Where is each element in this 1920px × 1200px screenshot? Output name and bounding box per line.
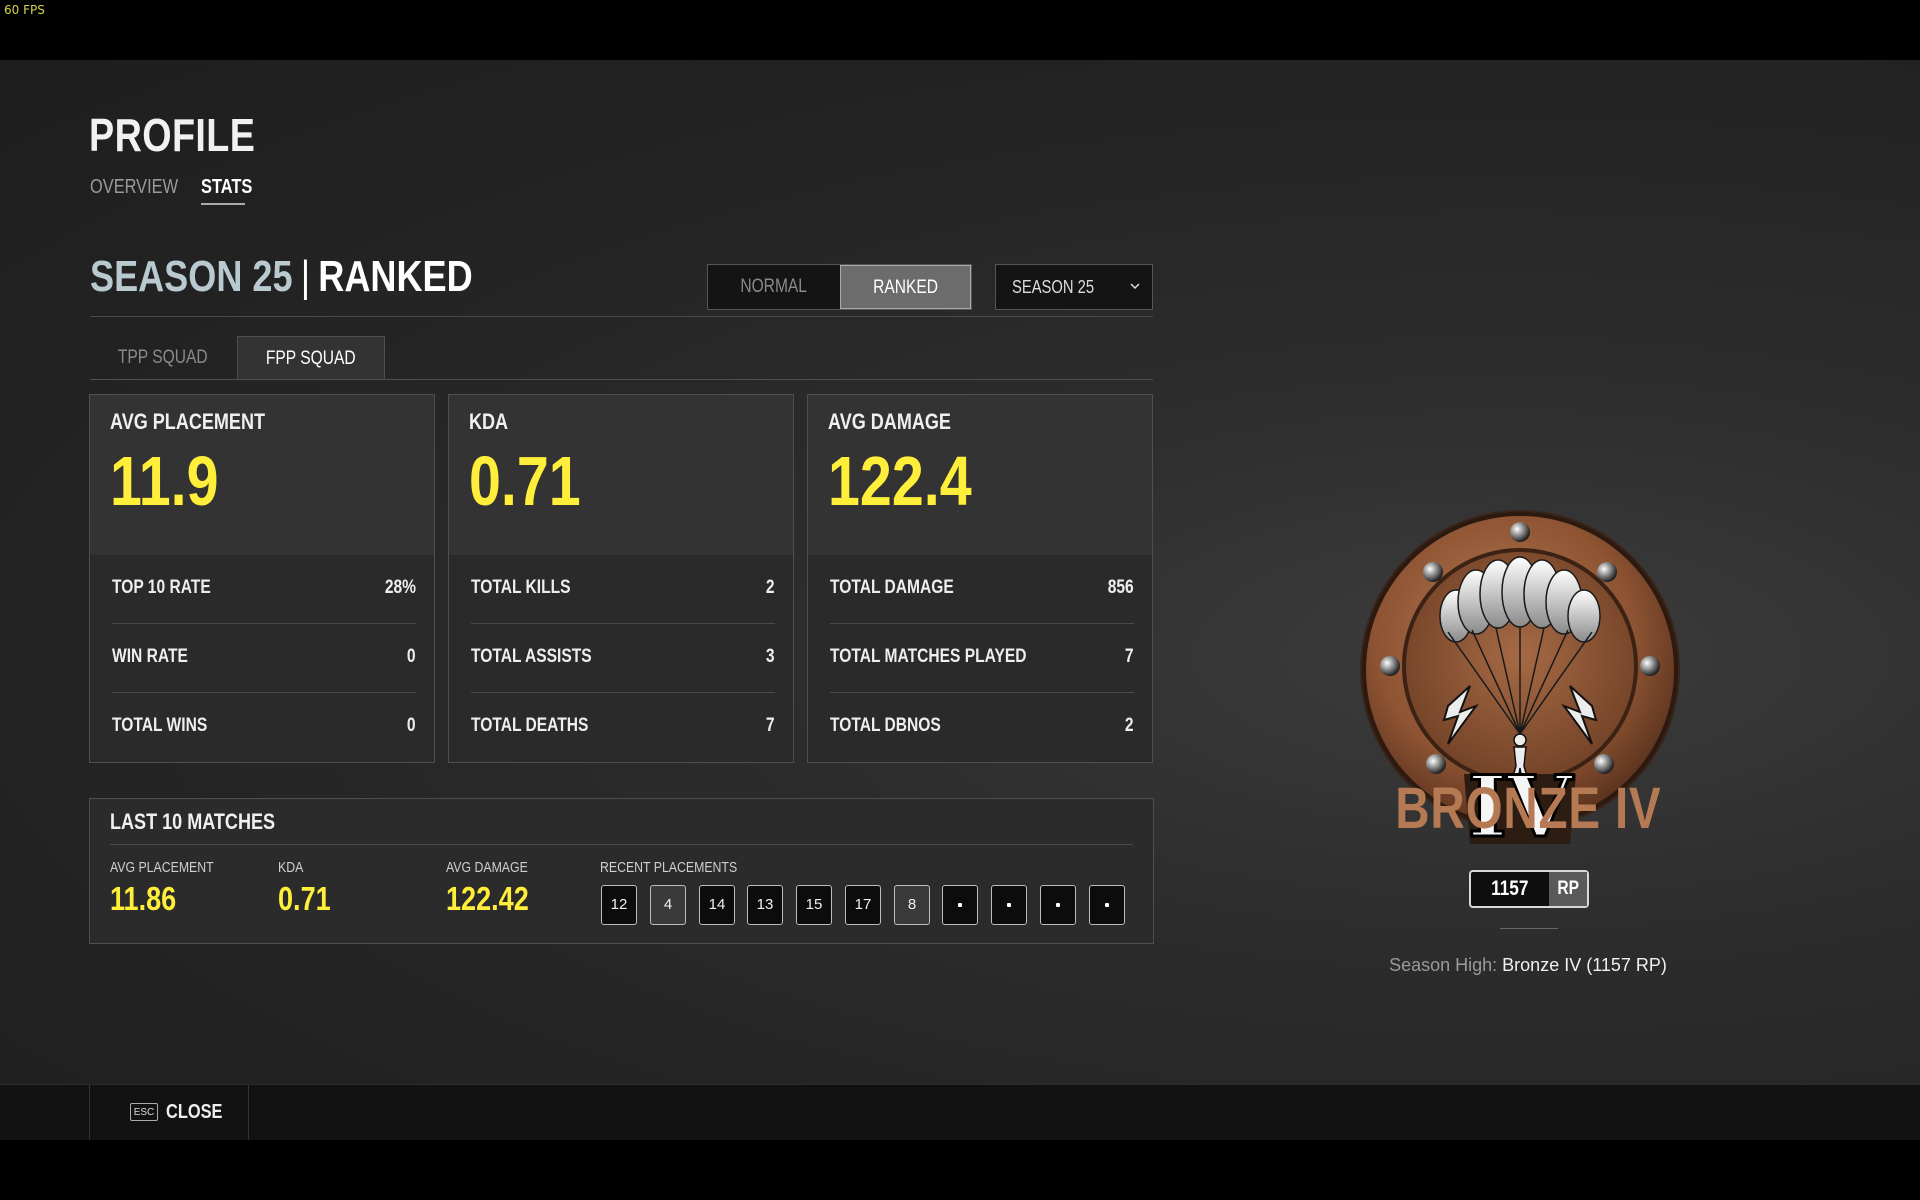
last10-avg-damage: AVG DAMAGE 122.42: [446, 859, 529, 917]
kda-card: KDA 0.71 TOTAL KILLS 2 TOTAL ASSISTS 3 T…: [448, 394, 794, 763]
last10-kda: KDA 0.71: [278, 859, 331, 917]
ranked-mode-button[interactable]: RANKED: [840, 265, 971, 309]
close-label: CLOSE: [166, 1101, 223, 1123]
stat-row-total-dbnos: TOTAL DBNOS 2: [830, 715, 1134, 736]
stat-row-total-wins: TOTAL WINS 0: [112, 715, 416, 736]
page-title: PROFILE: [89, 109, 256, 161]
season-high-value: Bronze IV (1157 RP): [1502, 955, 1667, 975]
header-divider: [90, 316, 1153, 317]
profile-screen: PROFILE OVERVIEW STATS SEASON 25 | RANKED …: [0, 60, 1920, 1140]
panel-divider: [110, 844, 1133, 845]
card-title: KDA: [469, 409, 509, 434]
esc-key-icon: ESC: [130, 1103, 158, 1121]
mode-label: RANKED: [318, 252, 473, 301]
season-dropdown[interactable]: SEASON 25: [995, 264, 1153, 310]
placement-box-empty: [991, 885, 1027, 925]
close-button[interactable]: ESC CLOSE: [89, 1085, 249, 1140]
card-value: 11.9: [110, 442, 219, 520]
stat-row-total-matches: TOTAL MATCHES PLAYED 7: [830, 646, 1134, 667]
card-header: KDA 0.71: [449, 395, 793, 555]
rp-value: 1157: [1491, 877, 1529, 900]
rp-unit: RP: [1549, 872, 1587, 906]
tab-stats[interactable]: STATS: [201, 176, 264, 199]
rp-badge: 1157 RP: [1469, 870, 1589, 908]
card-header: AVG PLACEMENT 11.9: [90, 395, 434, 555]
card-title: AVG PLACEMENT: [110, 409, 266, 434]
stat-row-total-deaths: TOTAL DEATHS 7: [471, 715, 775, 736]
stat-row-total-assists: TOTAL ASSISTS 3: [471, 646, 775, 667]
placement-box: 17: [845, 885, 881, 925]
panel-title: LAST 10 MATCHES: [110, 809, 276, 834]
recent-placements-label: RECENT PLACEMENTS: [600, 859, 738, 876]
normal-mode-button[interactable]: NORMAL: [708, 265, 839, 309]
season-dropdown-value: SEASON 25: [1012, 277, 1095, 297]
subtab-divider: [90, 379, 1153, 380]
title-separator: |: [300, 252, 311, 301]
card-value: 122.4: [828, 442, 972, 520]
placement-box: 12: [601, 885, 637, 925]
mode-toggle: NORMAL RANKED: [707, 264, 972, 310]
fps-counter: 60 FPS: [4, 3, 45, 17]
placement-box: 4: [650, 885, 686, 925]
card-value: 0.71: [469, 442, 581, 520]
avg-damage-card: AVG DAMAGE 122.4 TOTAL DAMAGE 856 TOTAL …: [807, 394, 1153, 763]
tab-active-indicator: [201, 203, 245, 205]
placement-box: 15: [796, 885, 832, 925]
season-high: Season High: Bronze IV (1157 RP): [1338, 955, 1718, 976]
placement-box: 13: [747, 885, 783, 925]
last-10-matches-panel: LAST 10 MATCHES AVG PLACEMENT 11.86 KDA …: [89, 798, 1154, 944]
card-header: AVG DAMAGE 122.4: [808, 395, 1152, 555]
footer-bar: ESC CLOSE: [0, 1084, 1920, 1140]
placement-box: 8: [894, 885, 930, 925]
placement-box: 14: [699, 885, 735, 925]
avg-placement-card: AVG PLACEMENT 11.9 TOP 10 RATE 28% WIN R…: [89, 394, 435, 763]
stat-row-total-damage: TOTAL DAMAGE 856: [830, 577, 1134, 598]
placement-box-empty: [942, 885, 978, 925]
last10-avg-placement: AVG PLACEMENT 11.86: [110, 859, 214, 917]
season-heading: SEASON 25 | RANKED: [90, 252, 557, 302]
chevron-down-icon: [1130, 283, 1140, 290]
stat-row-win-rate: WIN RATE 0: [112, 646, 416, 667]
season-label: SEASON 25: [90, 252, 293, 301]
card-title: AVG DAMAGE: [828, 409, 951, 434]
stat-row-total-kills: TOTAL KILLS 2: [471, 577, 775, 598]
stat-row-top10-rate: TOP 10 RATE 28%: [112, 577, 416, 598]
tab-overview[interactable]: OVERVIEW: [90, 176, 197, 199]
tab-tpp-squad[interactable]: TPP SQUAD: [90, 336, 236, 380]
tab-fpp-squad[interactable]: FPP SQUAD: [237, 336, 385, 380]
season-high-label: Season High:: [1389, 955, 1498, 975]
rank-name: BRONZE IV: [1394, 776, 1662, 841]
rp-divider: [1500, 928, 1558, 929]
placement-box-empty: [1089, 885, 1125, 925]
placement-box-empty: [1040, 885, 1076, 925]
